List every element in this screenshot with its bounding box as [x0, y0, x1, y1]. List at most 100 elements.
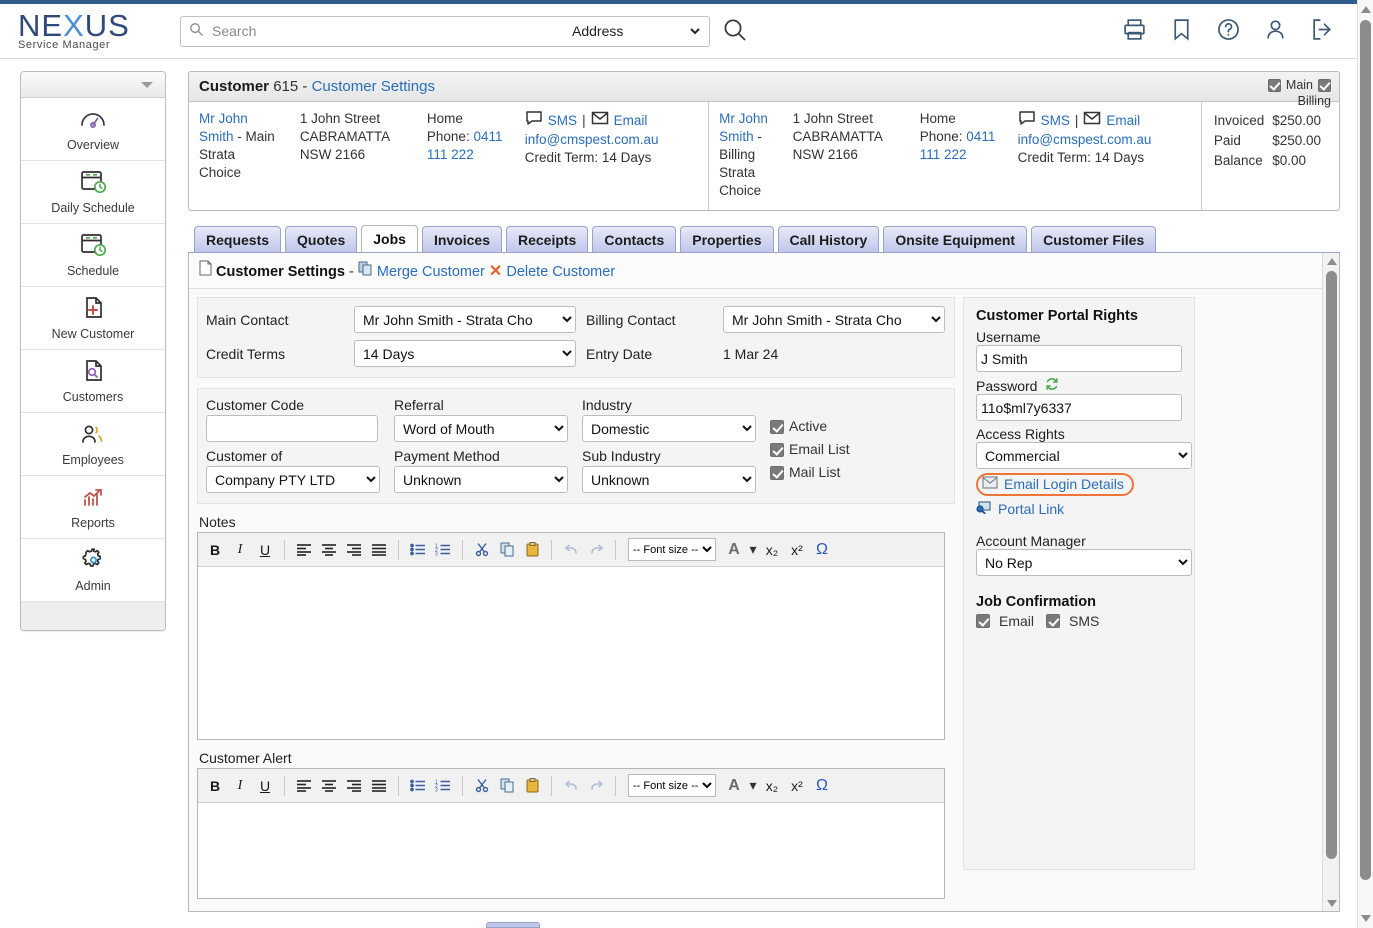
redo-icon[interactable]: [585, 538, 607, 562]
payment-method-select[interactable]: Unknown: [394, 466, 568, 493]
customer-code-input[interactable]: [206, 415, 378, 442]
job-confirmation-sms-checkbox[interactable]: [1046, 614, 1061, 628]
scroll-down-arrow-icon[interactable]: [1327, 900, 1337, 907]
email-login-details-link[interactable]: Email Login Details: [1004, 476, 1124, 492]
search-submit-icon[interactable]: [722, 17, 748, 46]
refresh-password-icon[interactable]: [1045, 378, 1059, 394]
portal-link[interactable]: Portal Link: [998, 501, 1064, 517]
copy-icon[interactable]: [496, 538, 518, 562]
redo-icon[interactable]: [585, 774, 607, 798]
align-left-icon[interactable]: [293, 538, 315, 562]
browser-scroll-thumb[interactable]: [1360, 20, 1371, 880]
sidebar-item-employees[interactable]: Employees: [21, 413, 165, 476]
billing-contact-select[interactable]: Mr John Smith - Strata Cho: [723, 306, 945, 333]
superscript-icon[interactable]: x²: [786, 538, 808, 562]
scissors-icon[interactable]: [471, 774, 493, 798]
paste-icon[interactable]: [521, 538, 543, 562]
username-input[interactable]: [976, 345, 1182, 372]
account-manager-select[interactable]: No Rep: [976, 549, 1192, 576]
numbered-list-icon[interactable]: 123: [432, 774, 454, 798]
align-left-icon[interactable]: [293, 774, 315, 798]
access-rights-select[interactable]: Commercial: [976, 442, 1192, 469]
sub-industry-select[interactable]: Unknown: [582, 466, 756, 493]
notes-textarea[interactable]: [198, 567, 944, 739]
symbol-icon[interactable]: Ω: [811, 774, 833, 798]
customer-settings-link[interactable]: Customer Settings: [312, 78, 435, 95]
sidebar-item-daily-schedule[interactable]: Daily Schedule: [21, 161, 165, 224]
bookmark-icon[interactable]: [1169, 17, 1194, 45]
sidebar-item-overview[interactable]: Overview: [21, 98, 165, 161]
font-size-select[interactable]: -- Font size --: [628, 774, 716, 797]
align-right-icon[interactable]: [343, 538, 365, 562]
password-input[interactable]: [976, 394, 1182, 421]
text-color-icon[interactable]: A: [723, 538, 745, 562]
font-size-select[interactable]: -- Font size --: [628, 538, 716, 561]
email-login-details-highlight[interactable]: Email Login Details: [976, 473, 1134, 496]
billing-checkbox[interactable]: [1318, 78, 1331, 92]
tab-receipts[interactable]: Receipts: [505, 226, 589, 252]
bold-button[interactable]: B: [204, 538, 226, 562]
underline-button[interactable]: U: [254, 538, 276, 562]
paste-icon[interactable]: [521, 774, 543, 798]
align-justify-icon[interactable]: [368, 538, 390, 562]
search-box[interactable]: Address: [180, 15, 710, 47]
align-center-icon[interactable]: [318, 774, 340, 798]
tab-jobs[interactable]: Jobs: [361, 225, 418, 252]
browser-vertical-scrollbar[interactable]: [1357, 0, 1373, 928]
tab-customer-files[interactable]: Customer Files: [1031, 226, 1157, 252]
sidebar-item-schedule[interactable]: Schedule: [21, 224, 165, 287]
billing-sms-link[interactable]: SMS: [1041, 112, 1070, 130]
panel-vertical-scrollbar[interactable]: [1322, 253, 1339, 911]
user-account-icon[interactable]: [1263, 17, 1288, 45]
main-email-link[interactable]: Email: [614, 112, 648, 130]
subscript-icon[interactable]: x₂: [761, 538, 783, 562]
undo-icon[interactable]: [560, 538, 582, 562]
browser-scroll-down-arrow-icon[interactable]: [1361, 915, 1371, 922]
tab-invoices[interactable]: Invoices: [421, 226, 502, 252]
main-email-address[interactable]: info@cmspest.com.au: [525, 132, 659, 147]
active-checkbox[interactable]: [770, 420, 784, 434]
email-list-checkbox[interactable]: [770, 443, 784, 457]
align-center-icon[interactable]: [318, 538, 340, 562]
sidebar-item-reports[interactable]: Reports: [21, 476, 165, 539]
search-input[interactable]: [210, 22, 568, 40]
align-right-icon[interactable]: [343, 774, 365, 798]
bullet-list-icon[interactable]: [407, 538, 429, 562]
logout-icon[interactable]: [1310, 17, 1335, 45]
copy-icon[interactable]: [496, 774, 518, 798]
italic-button[interactable]: I: [229, 538, 251, 562]
print-icon[interactable]: [1122, 17, 1147, 45]
customer-of-select[interactable]: Company PTY LTD: [206, 466, 380, 493]
main-checkbox[interactable]: [1267, 78, 1281, 92]
symbol-icon[interactable]: Ω: [811, 538, 833, 562]
scroll-up-arrow-icon[interactable]: [1327, 258, 1337, 265]
color-dropdown-icon[interactable]: ▾: [748, 774, 758, 798]
help-icon[interactable]: [1216, 17, 1241, 45]
tab-call-history[interactable]: Call History: [777, 226, 880, 252]
industry-select[interactable]: Domestic: [582, 415, 756, 442]
credit-terms-select[interactable]: 14 Days: [354, 340, 576, 367]
superscript-icon[interactable]: x²: [786, 774, 808, 798]
color-dropdown-icon[interactable]: ▾: [748, 538, 758, 562]
billing-email-link[interactable]: Email: [1106, 112, 1140, 130]
undo-icon[interactable]: [560, 774, 582, 798]
scissors-icon[interactable]: [471, 538, 493, 562]
sidebar-collapse-header[interactable]: [21, 72, 165, 98]
merge-customer-link[interactable]: Merge Customer: [377, 264, 485, 280]
numbered-list-icon[interactable]: 123: [432, 538, 454, 562]
search-scope-select[interactable]: Address: [568, 22, 703, 40]
sidebar-item-customers[interactable]: Customers: [21, 350, 165, 413]
subscript-icon[interactable]: x₂: [761, 774, 783, 798]
portal-link-row[interactable]: Portal Link: [976, 500, 1182, 517]
app-logo[interactable]: NEXUS Service Manager: [0, 10, 180, 51]
tab-contacts[interactable]: Contacts: [592, 226, 677, 252]
billing-email-address[interactable]: info@cmspest.com.au: [1018, 132, 1152, 147]
italic-button[interactable]: I: [229, 774, 251, 798]
panel-scroll-thumb[interactable]: [1326, 271, 1337, 859]
sidebar-item-admin[interactable]: Admin: [21, 539, 165, 602]
text-color-icon[interactable]: A: [723, 774, 745, 798]
bullet-list-icon[interactable]: [407, 774, 429, 798]
tab-quotes[interactable]: Quotes: [285, 226, 358, 252]
browser-scroll-up-arrow-icon[interactable]: [1361, 6, 1371, 13]
align-justify-icon[interactable]: [368, 774, 390, 798]
